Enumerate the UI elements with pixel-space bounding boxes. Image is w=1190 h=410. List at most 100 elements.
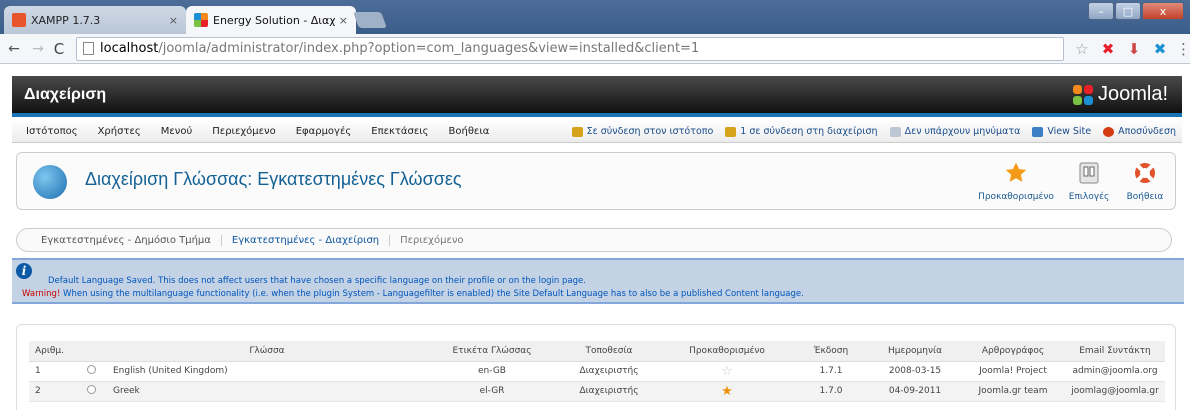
menu-users[interactable]: Χρήστες	[88, 126, 151, 137]
row-email: admin@joomla.org	[1065, 361, 1165, 382]
default-button-label: Προκαθορισμένο	[978, 192, 1054, 202]
menu-content[interactable]: Περιεχόμενο	[202, 126, 285, 137]
menu-menus[interactable]: Μενού	[151, 126, 203, 137]
menu-help[interactable]: Βοήθεια	[439, 126, 500, 137]
menu-extensions[interactable]: Επεκτάσεις	[361, 126, 438, 137]
submenu-content[interactable]: Περιεχόμενο	[390, 235, 473, 246]
header-num[interactable]: Αριθμ.	[29, 341, 75, 362]
row-select-cell	[75, 361, 107, 382]
messages-label: Δεν υπάρχουν μηνύματα	[904, 126, 1021, 137]
warning-label: Warning!	[22, 289, 61, 299]
admin-menu-bar: Ιστότοπος Χρήστες Μενού Περιεχόμενο Εφαρ…	[12, 121, 1182, 143]
row-num: 1	[29, 361, 75, 382]
new-tab-button[interactable]	[353, 12, 387, 28]
row-radio[interactable]	[86, 385, 96, 394]
messages-status[interactable]: Δεν υπάρχουν μηνύματα	[889, 126, 1021, 137]
star-outline-icon[interactable]: ☆	[721, 364, 733, 379]
row-tag: el-GR	[427, 381, 557, 402]
table-row: 1 English (United Kingdom) en-GB Διαχειρ…	[29, 361, 1165, 382]
forward-button[interactable]: →	[28, 41, 48, 57]
tab-close-icon[interactable]: ×	[169, 14, 178, 27]
admin-title: Διαχείριση	[24, 85, 107, 103]
options-button[interactable]: Επιλογές	[1064, 161, 1114, 202]
back-button[interactable]: ←	[4, 41, 24, 57]
info-icon: i	[16, 263, 32, 279]
close-window-button[interactable]: x	[1142, 2, 1184, 20]
page-title-box: Διαχείριση Γλώσσας: Εγκατεστημένες Γλώσσ…	[16, 152, 1176, 210]
browser-tab-xampp[interactable]: XAMPP 1.7.3 ×	[4, 6, 186, 34]
url-host: localhost	[100, 41, 159, 56]
joomla-favicon-icon	[194, 13, 208, 27]
minimize-button[interactable]: –	[1088, 2, 1114, 20]
row-language: Greek	[107, 381, 427, 402]
star-filled-icon: ★	[721, 383, 733, 399]
header-tag[interactable]: Ετικέτα Γλώσσας	[427, 341, 557, 362]
joomla-extension-2-icon[interactable]: ✖	[1150, 39, 1170, 59]
online-admin-status[interactable]: 1 σε σύνδεση στη διαχείριση	[725, 126, 878, 137]
tab-title: Energy Solution - Διαχείρι	[213, 13, 335, 27]
reload-button[interactable]: C	[48, 40, 70, 58]
help-lifebuoy-icon	[1135, 163, 1155, 183]
header-date[interactable]: Ημερομηνία	[869, 341, 961, 362]
row-radio[interactable]	[86, 365, 96, 374]
page-icon	[83, 42, 94, 55]
user-icon	[725, 126, 737, 137]
power-icon	[1103, 126, 1115, 137]
users-icon	[571, 126, 583, 137]
wrench-menu-icon[interactable]: ⋮	[1176, 39, 1190, 59]
system-message: i Default Language Saved. This does not …	[12, 258, 1184, 304]
help-button[interactable]: Βοήθεια	[1123, 161, 1167, 202]
header-default[interactable]: Προκαθορισμένο	[661, 341, 793, 362]
online-site-status[interactable]: Σε σύνδεση στον ιστότοπο	[571, 126, 714, 137]
row-default-cell: ★	[661, 381, 793, 402]
row-location: Διαχειριστής	[557, 381, 661, 402]
row-date: 2008-03-15	[869, 361, 961, 382]
row-default-cell: ☆	[661, 361, 793, 382]
xampp-favicon-icon	[12, 13, 26, 27]
message-line-2: Warning! When using the multilanguage fu…	[22, 289, 804, 299]
bookmark-star-icon[interactable]: ☆	[1072, 39, 1092, 59]
row-author: Joomla! Project	[961, 361, 1065, 382]
row-date: 04-09-2011	[869, 381, 961, 402]
star-icon	[1005, 162, 1027, 182]
monitor-icon	[1032, 126, 1044, 137]
table-row: 2 Greek el-GR Διαχειριστής ★ 1.7.0 04-09…	[29, 381, 1165, 402]
maximize-button[interactable]: □	[1115, 2, 1141, 20]
language-submenu: Εγκατεστημένες - Δημόσιο Τμήμα Εγκατεστη…	[16, 228, 1172, 252]
languages-table-box: Αριθμ. Γλώσσα Ετικέτα Γλώσσας Τοποθεσία …	[16, 324, 1176, 410]
address-bar[interactable]: localhost /joomla/administrator/index.ph…	[76, 36, 1064, 61]
header-location[interactable]: Τοποθεσία	[557, 341, 661, 362]
window-controls: – □ x	[1087, 2, 1184, 20]
download-extension-icon[interactable]: ⬇	[1124, 39, 1144, 59]
help-button-label: Βοήθεια	[1126, 192, 1164, 202]
logout-link[interactable]: Αποσύνδεση	[1103, 126, 1176, 137]
url-path: /joomla/administrator/index.php?option=c…	[158, 41, 700, 56]
menu-site[interactable]: Ιστότοπος	[16, 126, 88, 137]
extension-icons: ☆ ✖ ⬇ ✖ ⋮	[1066, 39, 1190, 59]
row-location: Διαχειριστής	[557, 361, 661, 382]
view-site-label: View Site	[1047, 126, 1092, 137]
submenu-installed-site[interactable]: Εγκατεστημένες - Δημόσιο Τμήμα	[31, 234, 222, 246]
tab-close-icon[interactable]: ×	[339, 14, 348, 27]
view-site-link[interactable]: View Site	[1032, 126, 1091, 137]
joomla-extension-icon[interactable]: ✖	[1098, 39, 1118, 59]
joomla-logo-text: Joomla!	[1097, 83, 1168, 105]
browser-tab-energy-solution[interactable]: Energy Solution - Διαχείρι ×	[186, 6, 356, 34]
header-language[interactable]: Γλώσσα	[107, 341, 427, 362]
warning-text: When using the multilanguage functionali…	[60, 289, 804, 299]
status-bar: Σε σύνδεση στον ιστότοπο 1 σε σύνδεση στ…	[560, 126, 1182, 137]
row-num: 2	[29, 381, 75, 402]
row-author: Joomla.gr team	[961, 381, 1065, 402]
header-email[interactable]: Email Συντάκτη	[1065, 341, 1165, 362]
submenu-installed-admin[interactable]: Εγκατεστημένες - Διαχείριση	[222, 234, 391, 246]
tab-title: XAMPP 1.7.3	[31, 13, 101, 27]
menu-components[interactable]: Εφαρμογές	[286, 126, 362, 137]
online-admin-label: 1 σε σύνδεση στη διαχείριση	[740, 126, 878, 137]
default-button[interactable]: Προκαθορισμένο	[974, 161, 1058, 202]
online-site-label: Σε σύνδεση στον ιστότοπο	[586, 126, 714, 137]
admin-header: Διαχείριση Joomla!	[12, 76, 1182, 117]
row-tag: en-GB	[427, 361, 557, 382]
header-author[interactable]: Αρθρογράφος	[961, 341, 1065, 362]
page-title: Διαχείριση Γλώσσας: Εγκατεστημένες Γλώσσ…	[85, 169, 462, 189]
header-version[interactable]: Έκδοση	[793, 341, 869, 362]
